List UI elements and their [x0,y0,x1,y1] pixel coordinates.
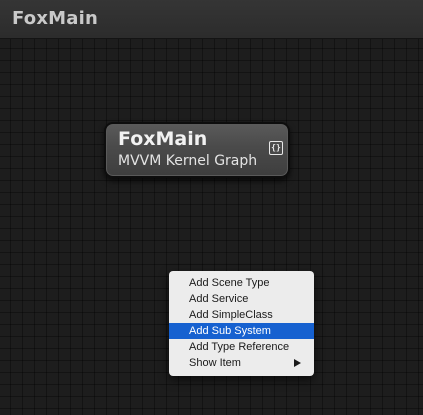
node-title: FoxMain [118,128,208,150]
menu-item-add-scene-type[interactable]: Add Scene Type [169,275,314,291]
graph-editor-window: FoxMain FoxMain MVVM Kernel Graph {} Add… [0,0,423,415]
graph-title: FoxMain [12,8,98,29]
graph-header: FoxMain [0,0,423,39]
code-braces-icon[interactable]: {} [269,141,283,155]
menu-item-show-item[interactable]: Show Item [169,355,314,371]
submenu-arrow-icon [294,359,301,367]
menu-item-add-sub-system[interactable]: Add Sub System [169,323,314,339]
menu-item-add-simpleclass[interactable]: Add SimpleClass [169,307,314,323]
menu-item-add-type-reference[interactable]: Add Type Reference [169,339,314,355]
node-subtitle: MVVM Kernel Graph [118,153,258,169]
menu-item-add-service[interactable]: Add Service [169,291,314,307]
menu-item-label: Add Sub System [189,325,271,337]
menu-item-label: Add Service [189,293,249,305]
menu-item-label: Add Type Reference [189,341,290,353]
menu-item-label: Show Item [189,357,241,369]
context-menu: Add Scene Type Add Service Add SimpleCla… [169,271,314,376]
menu-item-label: Add SimpleClass [189,309,273,321]
graph-node-foxmain[interactable]: FoxMain MVVM Kernel Graph {} [104,122,290,178]
menu-item-label: Add Scene Type [189,277,270,289]
